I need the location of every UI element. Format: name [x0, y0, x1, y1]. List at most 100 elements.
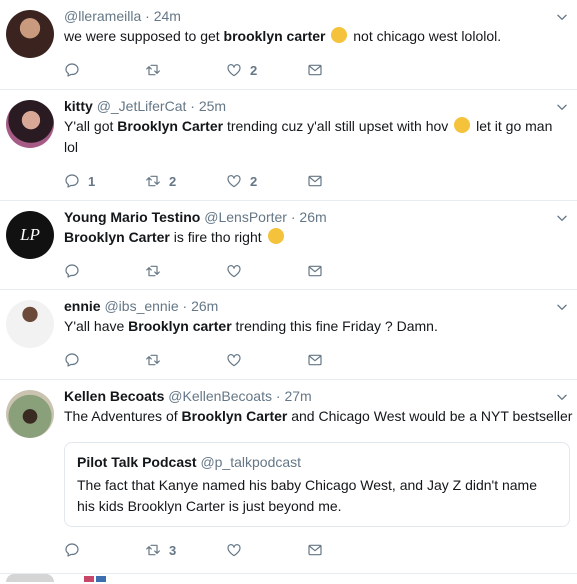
avatar[interactable]	[6, 100, 54, 148]
envelope-icon	[307, 352, 323, 368]
user-name[interactable]: kitty	[64, 98, 93, 114]
reply-icon	[64, 542, 80, 558]
highlighted-term: brooklyn carter	[223, 28, 326, 44]
like-button[interactable]	[226, 263, 307, 279]
heart-icon	[226, 173, 242, 189]
reply-button[interactable]: 1	[64, 173, 145, 189]
direct-message-button[interactable]	[307, 263, 388, 279]
direct-message-button[interactable]	[307, 352, 388, 368]
highlighted-term: Brooklyn Carter	[181, 408, 288, 424]
quoted-tweet[interactable]: Pilot Talk Podcast @p_talkpodcast The fa…	[64, 442, 570, 527]
retweet-button[interactable]	[145, 352, 226, 368]
reply-icon	[64, 352, 80, 368]
heart-icon	[226, 263, 242, 279]
tweet-text: The Adventures of Brooklyn Carter and Ch…	[64, 408, 573, 424]
next-tweet-preview	[0, 574, 577, 584]
retweet-button[interactable]: 2	[145, 173, 226, 189]
user-handle[interactable]: @_JetLiferCat	[97, 98, 187, 114]
user-name[interactable]: ennie	[64, 298, 101, 314]
highlighted-term: Brooklyn carter	[128, 318, 232, 334]
envelope-icon	[307, 542, 323, 558]
envelope-icon	[307, 173, 323, 189]
reply-button[interactable]	[64, 263, 145, 279]
highlighted-term: Brooklyn Carter	[64, 229, 170, 245]
heart-icon	[226, 62, 242, 78]
media-icon	[84, 576, 94, 582]
timestamp[interactable]: 26m	[191, 298, 218, 314]
retweet-icon	[145, 173, 161, 189]
retweet-count: 3	[169, 542, 177, 558]
reply-icon	[64, 173, 80, 189]
tweet-text: Brooklyn Carter is fire tho right	[64, 227, 567, 248]
avatar[interactable]	[6, 300, 54, 348]
avatar-logo: LP	[20, 225, 40, 244]
direct-message-button[interactable]	[307, 62, 388, 78]
highlighted-term: Brooklyn Carter	[117, 118, 224, 134]
retweet-icon	[145, 263, 161, 279]
media-icon	[96, 576, 106, 582]
direct-message-button[interactable]	[307, 173, 388, 189]
separator: ·	[275, 388, 281, 404]
quoted-user-name: Pilot Talk Podcast	[77, 454, 197, 470]
user-name[interactable]: Kellen Becoats	[64, 388, 164, 404]
retweet-count: 2	[169, 173, 177, 189]
retweet-icon	[145, 542, 161, 558]
timeline: @llerameilla · 24m we were supposed to g…	[0, 0, 577, 584]
reply-count: 1	[88, 173, 96, 189]
timestamp[interactable]: 24m	[154, 8, 181, 24]
chevron-down-icon[interactable]	[555, 300, 569, 314]
quoted-text: The fact that Kanye named his baby Chica…	[77, 477, 538, 514]
avatar[interactable]	[6, 390, 54, 438]
heart-icon	[226, 352, 242, 368]
like-button[interactable]: 2	[226, 62, 307, 78]
chevron-down-icon[interactable]	[555, 211, 569, 225]
separator: ·	[290, 209, 296, 225]
reply-button[interactable]	[64, 62, 145, 78]
retweet-icon	[145, 62, 161, 78]
quoted-user-handle: @p_talkpodcast	[200, 454, 302, 470]
reply-icon	[64, 263, 80, 279]
like-button[interactable]	[226, 542, 307, 558]
envelope-icon	[307, 62, 323, 78]
reply-button[interactable]	[64, 542, 145, 558]
chevron-down-icon[interactable]	[555, 390, 569, 404]
tweet[interactable]: Kellen Becoats @KellenBecoats · 27m The …	[0, 380, 577, 574]
tweet[interactable]: kitty @_JetLiferCat · 25m Y'all got Broo…	[0, 90, 577, 201]
separator: ·	[190, 98, 195, 114]
tweet[interactable]: ennie @ibs_ennie · 26m Y'all have Brookl…	[0, 290, 577, 380]
avatar[interactable]	[6, 10, 54, 58]
like-count: 2	[250, 62, 258, 78]
reply-button[interactable]	[64, 352, 145, 368]
chevron-down-icon[interactable]	[555, 10, 569, 24]
separator: ·	[145, 8, 150, 24]
like-count: 2	[250, 173, 258, 189]
rolling-eyes-emoji	[331, 27, 348, 43]
tweet-text: we were supposed to get brooklyn carter …	[64, 27, 502, 44]
retweet-icon	[145, 352, 161, 368]
timestamp[interactable]: 27m	[284, 388, 311, 404]
retweet-button[interactable]	[145, 62, 226, 78]
direct-message-button[interactable]	[307, 542, 388, 558]
crying-emoji	[454, 117, 471, 133]
user-handle[interactable]: @ibs_ennie	[104, 298, 178, 314]
tweet-text: Y'all got Brooklyn Carter trending cuz y…	[64, 117, 553, 155]
user-handle[interactable]: @LensPorter	[204, 209, 287, 225]
retweet-button[interactable]: 3	[145, 542, 226, 558]
tweet-text: Y'all have Brooklyn carter trending this…	[64, 318, 438, 334]
like-button[interactable]: 2	[226, 173, 307, 189]
timestamp[interactable]: 25m	[199, 98, 226, 114]
chevron-down-icon[interactable]	[555, 100, 569, 114]
timestamp[interactable]: 26m	[299, 209, 326, 225]
tweet[interactable]: LP Young Mario Testino @LensPorter · 26m…	[0, 201, 577, 290]
user-handle[interactable]: @llerameilla	[64, 8, 141, 24]
user-name[interactable]: Young Mario Testino	[64, 209, 200, 225]
neutral-face-emoji	[267, 228, 284, 244]
user-handle[interactable]: @KellenBecoats	[168, 388, 272, 404]
envelope-icon	[307, 263, 323, 279]
like-button[interactable]	[226, 352, 307, 368]
tweet[interactable]: @llerameilla · 24m we were supposed to g…	[0, 0, 577, 90]
retweet-button[interactable]	[145, 263, 226, 279]
avatar[interactable]: LP	[6, 211, 54, 259]
reply-icon	[64, 62, 80, 78]
heart-icon	[226, 542, 242, 558]
